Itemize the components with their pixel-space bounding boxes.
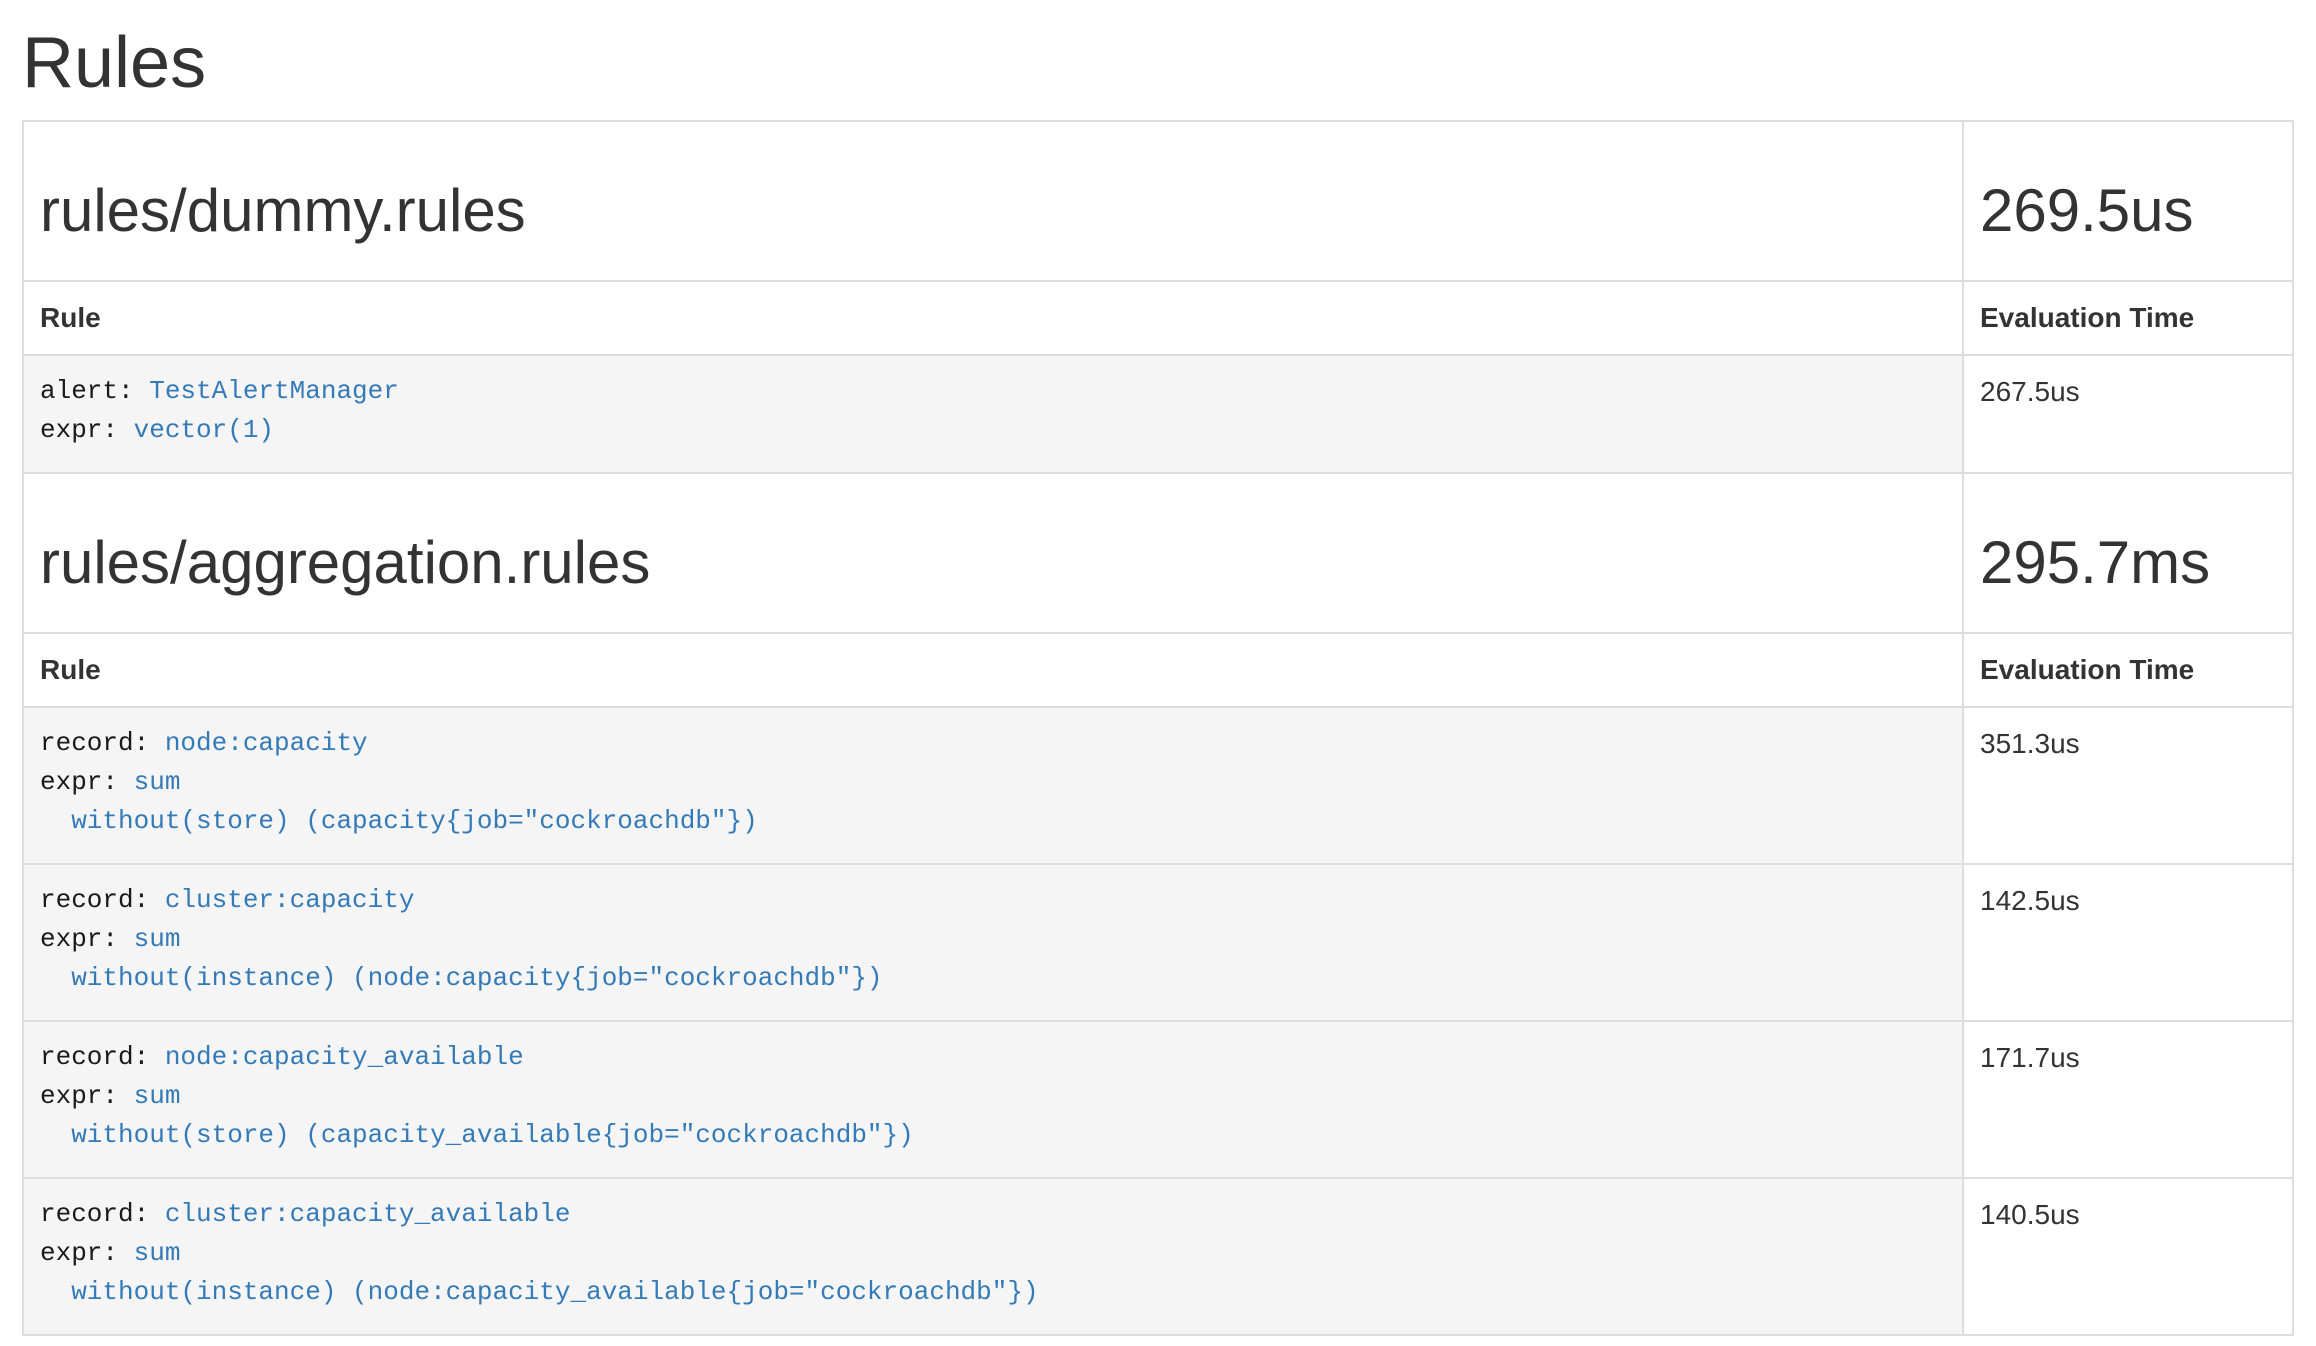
rule-expr-link[interactable]: vector(1) xyxy=(134,415,274,445)
rule-group-total-eval-time: 269.5us xyxy=(1980,178,2276,244)
rule-definition-cell: record:cluster:capacity_available expr:s… xyxy=(23,1178,1963,1335)
rule-code-line: record:cluster:capacity xyxy=(40,881,1946,920)
rule-key-label: expr: xyxy=(40,767,134,797)
rule-key-label: alert: xyxy=(40,376,149,406)
rule-definition-cell: record:cluster:capacity expr:sum without… xyxy=(23,864,1963,1021)
rule-row: record:node:capacity expr:sum without(st… xyxy=(23,707,2293,864)
rule-definition-cell: record:node:capacity_available expr:sum … xyxy=(23,1021,1963,1178)
rule-column-header: Rule xyxy=(23,281,1963,355)
rule-group-file-cell: rules/aggregation.rules xyxy=(23,473,1963,633)
rule-group-header-row: rules/aggregation.rules 295.7ms xyxy=(23,473,2293,633)
rule-expr-link[interactable]: sum without(instance) (node:capacity{job… xyxy=(40,924,883,993)
rule-key-label: expr: xyxy=(40,1238,134,1268)
rule-group-total-eval-time: 295.7ms xyxy=(1980,530,2276,596)
rule-code-line: expr:sum without(store) (capacity{job="c… xyxy=(40,763,1946,841)
rule-row: record:cluster:capacity expr:sum without… xyxy=(23,864,2293,1021)
rule-group-file-cell: rules/dummy.rules xyxy=(23,121,1963,281)
rule-code-block: record:cluster:capacity expr:sum without… xyxy=(40,881,1946,998)
rule-eval-time: 171.7us xyxy=(1963,1021,2293,1178)
rule-row: alert:TestAlertManager expr:vector(1) 26… xyxy=(23,355,2293,473)
rule-definition-cell: alert:TestAlertManager expr:vector(1) xyxy=(23,355,1963,473)
rule-code-block: record:node:capacity_available expr:sum … xyxy=(40,1038,1946,1155)
rule-row: record:cluster:capacity_available expr:s… xyxy=(23,1178,2293,1335)
rule-key-label: record: xyxy=(40,1199,165,1229)
rule-key-label: expr: xyxy=(40,1081,134,1111)
rule-eval-time: 267.5us xyxy=(1963,355,2293,473)
rule-expr-link[interactable]: sum without(instance) (node:capacity_ava… xyxy=(40,1238,1039,1307)
rule-definition-cell: record:node:capacity expr:sum without(st… xyxy=(23,707,1963,864)
rule-group-total-time-cell: 269.5us xyxy=(1963,121,2293,281)
rule-code-line: expr:vector(1) xyxy=(40,411,1946,450)
page-title: Rules xyxy=(22,24,2294,102)
rule-key-label: expr: xyxy=(40,415,134,445)
column-header-row: Rule Evaluation Time xyxy=(23,281,2293,355)
rule-code-block: record:cluster:capacity_available expr:s… xyxy=(40,1195,1946,1312)
rule-key-label: record: xyxy=(40,728,165,758)
rule-column-header: Rule xyxy=(23,633,1963,707)
evaluation-time-column-header: Evaluation Time xyxy=(1963,281,2293,355)
rule-code-line: expr:sum without(instance) (node:capacit… xyxy=(40,920,1946,998)
rule-eval-time: 140.5us xyxy=(1963,1178,2293,1335)
rule-name-link[interactable]: node:capacity_available xyxy=(165,1042,524,1072)
rules-table: rules/dummy.rules 269.5us Rule Evaluatio… xyxy=(22,120,2294,1336)
rule-name-link[interactable]: cluster:capacity_available xyxy=(165,1199,571,1229)
rule-name-link[interactable]: cluster:capacity xyxy=(165,885,415,915)
rule-code-line: alert:TestAlertManager xyxy=(40,372,1946,411)
rule-key-label: expr: xyxy=(40,924,134,954)
rule-row: record:node:capacity_available expr:sum … xyxy=(23,1021,2293,1178)
rule-code-block: alert:TestAlertManager expr:vector(1) xyxy=(40,372,1946,450)
rule-name-link[interactable]: node:capacity xyxy=(165,728,368,758)
rule-code-line: expr:sum without(store) (capacity_availa… xyxy=(40,1077,1946,1155)
rule-code-line: record:cluster:capacity_available xyxy=(40,1195,1946,1234)
rule-group-total-time-cell: 295.7ms xyxy=(1963,473,2293,633)
rule-group-header-row: rules/dummy.rules 269.5us xyxy=(23,121,2293,281)
rule-key-label: record: xyxy=(40,885,165,915)
column-header-row: Rule Evaluation Time xyxy=(23,633,2293,707)
rule-eval-time: 351.3us xyxy=(1963,707,2293,864)
rule-code-line: record:node:capacity_available xyxy=(40,1038,1946,1077)
rule-code-line: record:node:capacity xyxy=(40,724,1946,763)
rules-page: Rules rules/dummy.rules 269.5us Rule Eva… xyxy=(0,24,2316,1336)
rule-group-file-name: rules/aggregation.rules xyxy=(40,530,1946,596)
evaluation-time-column-header: Evaluation Time xyxy=(1963,633,2293,707)
rule-key-label: record: xyxy=(40,1042,165,1072)
rule-code-line: expr:sum without(instance) (node:capacit… xyxy=(40,1234,1946,1312)
rule-expr-link[interactable]: sum without(store) (capacity_available{j… xyxy=(40,1081,914,1150)
rule-code-block: record:node:capacity expr:sum without(st… xyxy=(40,724,1946,841)
rule-eval-time: 142.5us xyxy=(1963,864,2293,1021)
rule-expr-link[interactable]: sum without(store) (capacity{job="cockro… xyxy=(40,767,758,836)
rule-name-link[interactable]: TestAlertManager xyxy=(149,376,399,406)
rule-group-file-name: rules/dummy.rules xyxy=(40,178,1946,244)
